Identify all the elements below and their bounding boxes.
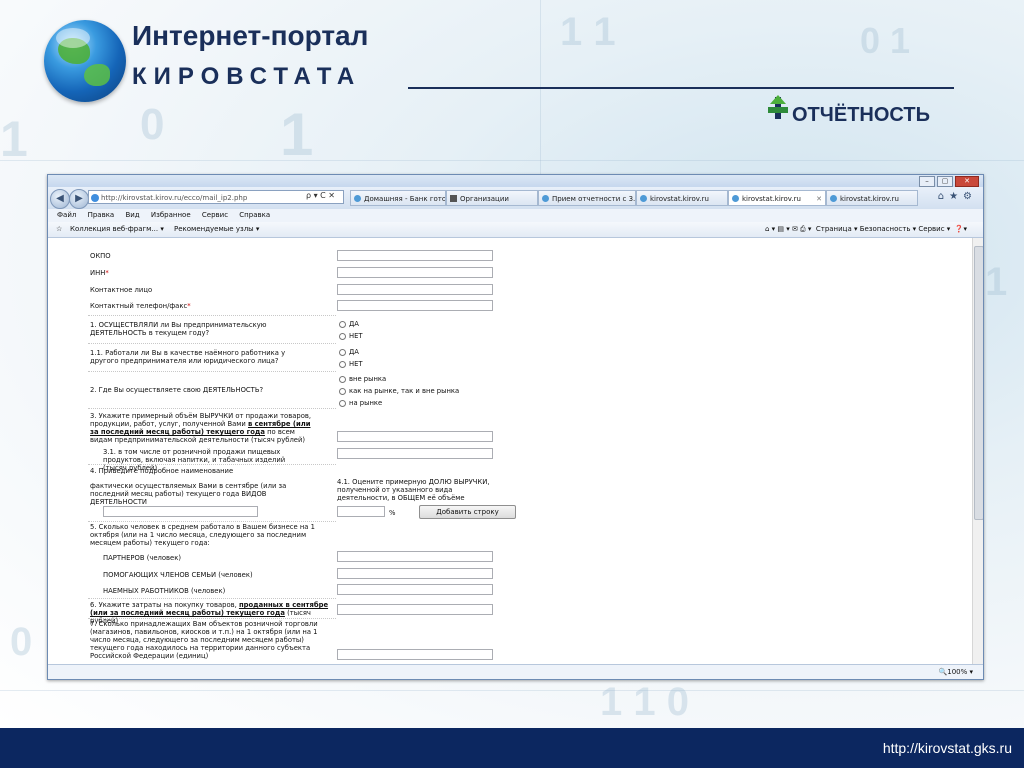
vertical-scrollbar[interactable] — [972, 238, 983, 664]
retail-objects-input[interactable] — [337, 649, 493, 660]
hired-workers-input[interactable] — [337, 584, 493, 595]
tab-kirovstat-3[interactable]: kirovstat.kirov.ru — [826, 190, 918, 206]
navigation-bar: ◀ ▶ http://kirovstat.kirov.ru/ecco/mail_… — [48, 187, 983, 210]
label-contact-phone: Контактный телефон/факс* — [90, 302, 191, 310]
report-arrow-icon — [768, 95, 788, 119]
question-1-1: 1.1. Работали ли Вы в качестве наёмного … — [90, 349, 286, 365]
family-members-input[interactable] — [337, 568, 493, 579]
command-bar[interactable]: ⌂ ▾ ▤ ▾ ✉ ⎙ ▾ Страница ▾ Безопасность ▾ … — [765, 222, 967, 237]
close-tab-icon[interactable]: ✕ — [816, 191, 822, 205]
question-7: 7. Сколько принадлежащих Вам объектов ро… — [90, 620, 318, 660]
label-okpo: ОКПО — [90, 252, 111, 260]
contact-person-input[interactable] — [337, 284, 493, 295]
portal-title: Интернет-портал — [132, 20, 369, 51]
back-button[interactable]: ◀ — [50, 189, 70, 209]
menu-help[interactable]: Справка — [239, 211, 270, 219]
question-3: 3. Укажите примерный объём ВЫРУЧКИ от пр… — [90, 412, 312, 444]
q2-both-radio[interactable]: как на рынке, так и вне рынка — [339, 387, 459, 395]
percent-sign: % — [389, 509, 396, 517]
purchase-costs-input[interactable] — [337, 604, 493, 615]
scrollbar-thumb[interactable] — [974, 246, 983, 520]
address-controls[interactable]: ρ ▾ C ✕ — [306, 191, 335, 200]
report-link[interactable]: ОТЧЁТНОСТЬ — [792, 104, 930, 127]
question-5: 5. Сколько человек в среднем работало в … — [90, 523, 315, 547]
q2-off-market-radio[interactable]: вне рынка — [339, 375, 386, 383]
q1-no-radio[interactable]: НЕТ — [339, 332, 363, 340]
label-hired-workers: НАЕМНЫХ РАБОТНИКОВ (человек) — [103, 587, 226, 595]
question-4-text: фактически осуществляемых Вами в сентябр… — [90, 482, 287, 506]
title-divider — [408, 87, 954, 89]
home-favorites-settings-icons[interactable]: ⌂★⚙ — [938, 191, 977, 202]
contact-phone-input[interactable] — [337, 300, 493, 311]
label-family-members: ПОМОГАЮЩИХ ЧЛЕНОВ СЕМЬИ (человек) — [103, 571, 253, 579]
globe-logo-icon — [44, 20, 126, 102]
q1-1-yes-radio[interactable]: ДА — [339, 348, 359, 356]
question-4: 4. Приведите подробное наименование — [90, 467, 234, 475]
question-4-1: 4.1. Оцените примерную ДОЛЮ ВЫРУЧКИ, пол… — [337, 478, 490, 502]
minimize-button[interactable]: – — [919, 176, 935, 187]
command-icons[interactable]: ⌂ ▾ ▤ ▾ ✉ ⎙ ▾ — [765, 225, 816, 233]
okpo-input[interactable] — [337, 250, 493, 261]
q1-yes-radio[interactable]: ДА — [339, 320, 359, 328]
favorites-star-icon[interactable]: ☆ — [56, 222, 62, 237]
label-inn: ИНН* — [90, 269, 109, 277]
tab-reports[interactable]: Прием отчетности с 3... — [538, 190, 636, 206]
inn-input[interactable] — [337, 267, 493, 278]
label-contact-person: Контактное лицо — [90, 286, 153, 294]
tab-home-bank[interactable]: Домашняя - Банк гото... — [350, 190, 446, 206]
menu-file[interactable]: Файл — [57, 211, 76, 219]
status-bar: 🔍100% ▾ — [48, 664, 983, 679]
activity-name-input[interactable] — [103, 506, 258, 517]
food-revenue-input[interactable] — [337, 448, 493, 459]
fav-webslice-gallery[interactable]: Коллекция веб-фрагм... ▾ — [70, 222, 164, 237]
footer-url-link[interactable]: http://kirovstat.gks.ru — [883, 740, 1012, 756]
label-partners: ПАРТНЕРОВ (человек) — [103, 554, 181, 562]
partners-input[interactable] — [337, 551, 493, 562]
tab-organizations[interactable]: Организации — [446, 190, 538, 206]
menu-favorites[interactable]: Избранное — [151, 211, 191, 219]
zoom-icon: 🔍 — [938, 668, 948, 676]
forward-button[interactable]: ▶ — [69, 189, 89, 209]
browser-titlebar: – ▢ ✕ — [48, 175, 983, 187]
tab-kirovstat-active[interactable]: kirovstat.kirov.ru ✕ — [728, 190, 826, 206]
close-window-button[interactable]: ✕ — [955, 176, 979, 187]
question-1: 1. ОСУЩЕСТВЛЯЛИ ли Вы предпринимательску… — [90, 321, 267, 337]
add-row-button[interactable]: Добавить строку — [419, 505, 516, 519]
favorites-bar: ☆ Коллекция веб-фрагм... ▾ Рекомендуемые… — [48, 222, 983, 238]
question-2: 2. Где Вы осуществляете свою ДЕЯТЕЛЬНОСТ… — [90, 386, 264, 394]
revenue-input[interactable] — [337, 431, 493, 442]
menu-tools[interactable]: Сервис — [202, 211, 228, 219]
help-icon[interactable]: ❓▾ — [950, 225, 967, 233]
tab-kirovstat-1[interactable]: kirovstat.kirov.ru — [636, 190, 728, 206]
q1-1-no-radio[interactable]: НЕТ — [339, 360, 363, 368]
maximize-button[interactable]: ▢ — [937, 176, 953, 187]
menu-view[interactable]: Вид — [125, 211, 139, 219]
footer-bar: http://kirovstat.gks.ru — [0, 728, 1024, 768]
q2-on-market-radio[interactable]: на рынке — [339, 399, 382, 407]
revenue-share-input[interactable] — [337, 506, 385, 517]
menu-edit[interactable]: Правка — [88, 211, 115, 219]
site-favicon-icon — [91, 194, 99, 202]
browser-window: – ▢ ✕ ◀ ▶ http://kirovstat.kirov.ru/ecco… — [47, 174, 984, 680]
menu-bar: Файл Правка Вид Избранное Сервис Справка — [48, 209, 983, 222]
zoom-control[interactable]: 🔍100% ▾ — [938, 665, 973, 679]
page-content: ОКПО ИНН* Контактное лицо Контактный тел… — [48, 238, 972, 664]
fav-suggested-sites[interactable]: Рекомендуемые узлы ▾ — [174, 222, 259, 237]
portal-subtitle: КИРОВСТАТА — [132, 63, 362, 90]
